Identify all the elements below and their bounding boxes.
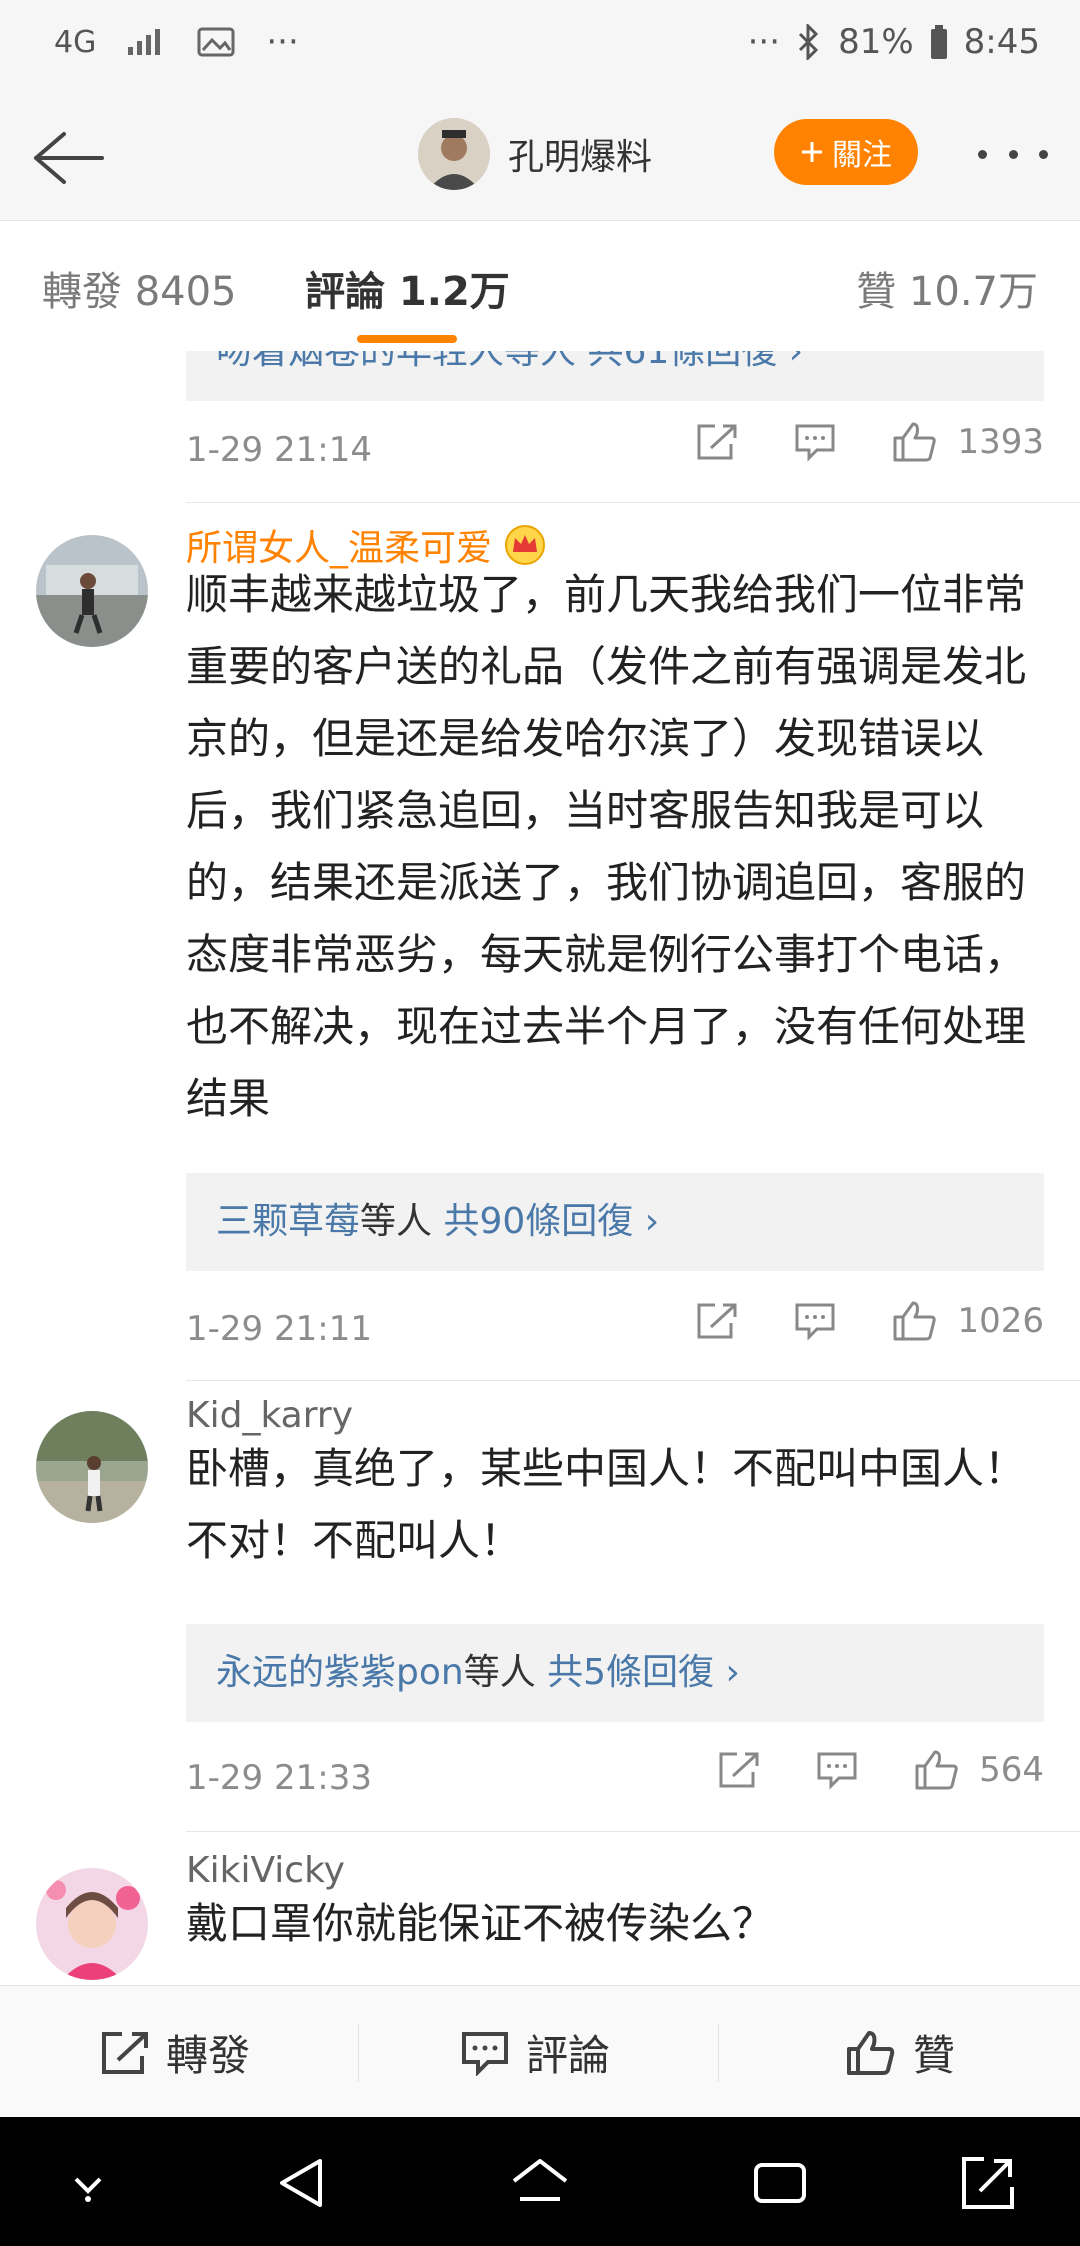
back-triangle-icon (280, 2159, 322, 2207)
commenter-name[interactable]: KikiVicky (186, 1850, 345, 1891)
battery-icon (930, 25, 948, 59)
more-options-icon[interactable] (978, 142, 1048, 166)
reply-preview-text: 吻着烟卷的年轻人等人 共61條回復 › (216, 351, 804, 372)
like-count: 1026 (957, 1301, 1044, 1341)
status-bar: 4G ··· ··· 81% 8:45 (0, 0, 1080, 92)
reply-preview[interactable]: 三颗草莓等人 共90條回復 › (186, 1173, 1044, 1271)
comment-text: 卧槽，真绝了，某些中国人！不配叫中国人！不对！不配叫人！ (186, 1444, 1027, 1565)
tab-likes[interactable]: 贊 10.7万 (856, 259, 1038, 317)
comment-button[interactable]: 評論 (460, 2022, 610, 2083)
reply-mid: 等人 (463, 1652, 548, 1693)
share-icon (719, 1752, 759, 1788)
home-icon (512, 2159, 568, 2201)
forward-label: 轉發 (166, 2031, 251, 2080)
share-icon (697, 424, 737, 460)
comment-time: 1-29 21:14 (186, 430, 372, 470)
share-icon (102, 2031, 148, 2074)
like-button[interactable]: 564 (913, 1748, 1044, 1792)
recents-nav-button[interactable] (748, 2151, 812, 2215)
network-label: 4G (54, 24, 97, 60)
comment-meta: 1-29 21:14 1393 (186, 420, 1044, 480)
like-count: 564 (979, 1750, 1044, 1790)
status-overflow: ··· (747, 22, 781, 62)
follow-button[interactable]: 關注 (774, 119, 918, 185)
share-icon (697, 1303, 737, 1339)
comment-time: 1-29 21:11 (186, 1309, 372, 1349)
share-button[interactable] (695, 422, 739, 462)
reply-mid: 等人 (360, 1201, 444, 1242)
clock: 8:45 (963, 22, 1040, 62)
reply-count: 共90條回復 › (443, 1201, 660, 1242)
reply-user: 永远的紫紫pon (216, 1652, 464, 1693)
home-nav-button[interactable] (508, 2151, 572, 2215)
divider (186, 1831, 1080, 1832)
follow-label: 關注 (832, 138, 892, 173)
comment-icon (795, 424, 835, 462)
post-tabs: 轉發 8405 評論 1.2万 贊 10.7万 (0, 220, 1080, 352)
commenter-avatar[interactable] (36, 1411, 148, 1523)
thumbs-up-icon (915, 1750, 958, 1790)
expand-icon (962, 2157, 1014, 2209)
comment-text: 顺丰越来越垃圾了，前几天我给我们一位非常重要的客户送的礼品（发件之前有强调是发北… (186, 570, 1027, 1123)
account-avatar[interactable] (418, 118, 490, 190)
reply-preview[interactable]: 永远的紫紫pon等人 共5條回復 › (186, 1624, 1044, 1722)
divider (718, 2024, 719, 2082)
notification-overflow: ··· (266, 22, 299, 62)
recents-icon (754, 2163, 806, 2203)
reply-user: 三颗草莓 (216, 1201, 361, 1242)
post-header: 孔明爆料 關注 (0, 92, 1080, 220)
thumbs-up-icon (893, 1301, 937, 1341)
comment-time: 1-29 21:33 (186, 1758, 372, 1798)
comment-icon (795, 1303, 835, 1341)
share-button[interactable] (717, 1750, 761, 1790)
account-name: 孔明爆料 (508, 137, 653, 178)
commenter-avatar[interactable] (36, 535, 148, 647)
thumbs-up-icon (847, 2030, 895, 2075)
account-info[interactable]: 孔明爆料 (418, 118, 652, 190)
share-button[interactable] (695, 1301, 739, 1341)
commenter-name[interactable]: Kid_karry (186, 1395, 353, 1436)
divider (186, 502, 1080, 503)
plus-icon (802, 142, 822, 162)
reply-count: 共5條回復 › (547, 1652, 740, 1693)
bluetooth-icon (796, 24, 822, 60)
reply-button[interactable] (815, 1750, 859, 1790)
comment-icon (462, 2031, 508, 2076)
comment-label: 評論 (526, 2031, 611, 2080)
active-tab-indicator (357, 335, 457, 343)
like-button[interactable]: 1393 (891, 420, 1044, 464)
divider (186, 1380, 1080, 1381)
forward-button[interactable]: 轉發 (100, 2022, 250, 2083)
comment-feed[interactable]: 吻着烟卷的年轻人等人 共61條回復 › 1-29 21:14 1393 所谓女人… (0, 351, 1080, 1985)
battery-percent: 81% (838, 22, 914, 62)
expand-nav-button[interactable] (956, 2151, 1020, 2215)
bottom-action-bar: 轉發 評論 贊 (0, 1985, 1080, 2118)
comment-meta: 1-29 21:33 564 (186, 1748, 1044, 1808)
gallery-icon (196, 26, 236, 58)
back-button[interactable] (28, 118, 108, 198)
back-nav-button[interactable] (270, 2151, 334, 2215)
hide-keyboard-button[interactable] (56, 2151, 120, 2215)
signal-icon (126, 27, 166, 57)
thumbs-up-icon (893, 422, 937, 462)
comment-meta: 1-29 21:11 1026 (186, 1299, 1044, 1359)
tab-forwards[interactable]: 轉發 8405 (42, 259, 237, 317)
commenter-avatar[interactable] (36, 1868, 148, 1980)
divider (358, 2024, 359, 2082)
like-button[interactable]: 1026 (891, 1299, 1044, 1343)
chevron-down-icon (74, 2177, 102, 2202)
comment-text: 戴口罩你就能保证不被传染么？ (186, 1899, 775, 1948)
like-count: 1393 (957, 422, 1044, 462)
system-navigation-bar (0, 2117, 1080, 2246)
like-label: 贊 (913, 2031, 956, 2080)
reply-button[interactable] (793, 422, 837, 462)
back-arrow-icon (34, 132, 104, 184)
reply-preview[interactable]: 吻着烟卷的年轻人等人 共61條回復 › (186, 351, 1044, 401)
comment-icon (817, 1752, 857, 1790)
tab-comments[interactable]: 評論 1.2万 (305, 259, 510, 317)
like-post-button[interactable]: 贊 (845, 2022, 955, 2083)
reply-button[interactable] (793, 1301, 837, 1341)
